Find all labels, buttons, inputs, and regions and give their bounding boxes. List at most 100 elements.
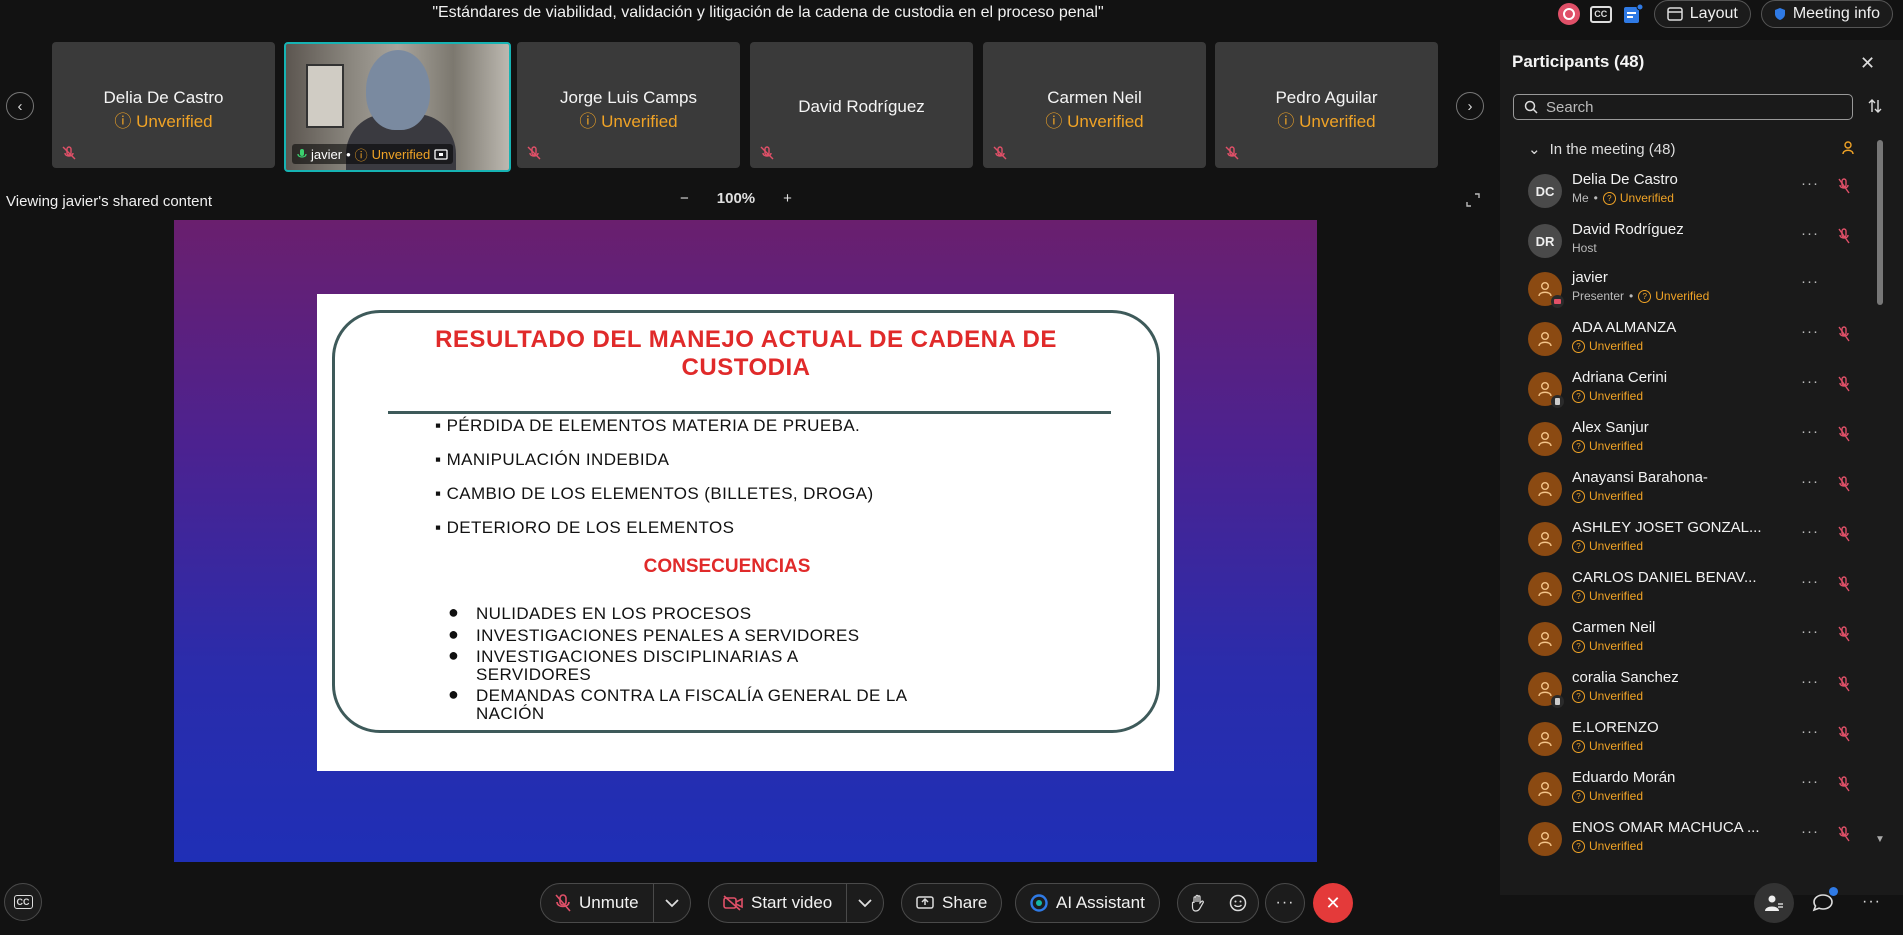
zoom-in-button[interactable]: +: [783, 190, 792, 207]
video-options-button[interactable]: [846, 884, 883, 922]
participant-row[interactable]: Carmen Neil ? Unverified ···: [1520, 617, 1870, 663]
reactions-button[interactable]: [1218, 884, 1258, 922]
raise-hand-button[interactable]: [1178, 884, 1218, 922]
thumbnail-pedro[interactable]: Pedro Aguilar ⓘ Unverified: [1215, 42, 1438, 168]
top-right-controls: CC Layout Meeting info: [1557, 0, 1893, 28]
bullet-dot: ●: [448, 645, 459, 665]
participant-row[interactable]: javier Presenter • ? Unverified ···: [1520, 267, 1870, 313]
zoom-out-button[interactable]: −: [680, 190, 689, 207]
muted-mic-icon[interactable]: [1837, 726, 1851, 742]
video-name-label: javier • ⓘ Unverified: [292, 144, 454, 164]
more-icon[interactable]: ···: [1801, 773, 1819, 790]
more-icon[interactable]: ···: [1801, 225, 1819, 242]
layout-button[interactable]: Layout: [1653, 0, 1751, 28]
participant-row[interactable]: DC Delia De Castro Me • ? Unverified ···: [1520, 169, 1870, 215]
person-icon: [1536, 280, 1554, 298]
more-icon[interactable]: ···: [1801, 673, 1819, 690]
in-meeting-section-toggle[interactable]: ⌄ In the meeting (48): [1528, 140, 1676, 159]
thumbnail-david[interactable]: David Rodríguez: [750, 42, 973, 168]
more-icon[interactable]: ···: [1801, 273, 1819, 290]
scroll-down-icon[interactable]: ▼: [1875, 834, 1885, 845]
more-icon[interactable]: ···: [1801, 523, 1819, 540]
participant-row[interactable]: Alex Sanjur ? Unverified ···: [1520, 417, 1870, 463]
more-icon[interactable]: ···: [1801, 823, 1819, 840]
participant-row[interactable]: DR David Rodríguez Host ···: [1520, 219, 1870, 265]
audio-options-button[interactable]: [652, 884, 690, 922]
more-icon[interactable]: ···: [1801, 573, 1819, 590]
assign-host-icon[interactable]: [1841, 140, 1857, 156]
sort-icon[interactable]: [1867, 98, 1883, 114]
more-icon[interactable]: ···: [1801, 723, 1819, 740]
ai-assistant-button[interactable]: AI Assistant: [1015, 883, 1160, 923]
chevron-down-icon: [664, 898, 679, 908]
more-icon[interactable]: ···: [1801, 423, 1819, 440]
start-video-button[interactable]: Start video: [709, 884, 846, 922]
more-options-button[interactable]: ···: [1265, 883, 1305, 923]
participants-toggle-button[interactable]: [1754, 883, 1794, 923]
muted-mic-icon[interactable]: [1837, 326, 1851, 342]
video-group: Start video: [708, 883, 885, 923]
chevron-right-icon: ›: [1467, 97, 1473, 115]
close-icon[interactable]: ✕: [1860, 53, 1875, 74]
thumbnail-name: Delia De Castro: [103, 88, 224, 107]
avatar: [1528, 322, 1562, 356]
slide-consequence: NULIDADES EN LOS PROCESOS: [476, 604, 752, 623]
fullscreen-icon[interactable]: [1466, 193, 1480, 207]
muted-mic-icon[interactable]: [1837, 228, 1851, 244]
muted-mic-icon[interactable]: [1837, 576, 1851, 592]
search-input[interactable]: Search: [1513, 94, 1853, 120]
thumbnail-javier-video[interactable]: javier • ⓘ Unverified: [284, 42, 511, 172]
closed-captions-icon[interactable]: CC: [1589, 5, 1612, 23]
muted-mic-icon[interactable]: [1837, 626, 1851, 642]
thumbnails-next-button[interactable]: ›: [1456, 92, 1484, 120]
more-icon[interactable]: ···: [1801, 323, 1819, 340]
participant-row[interactable]: Eduardo Morán ? Unverified ···: [1520, 767, 1870, 813]
more-icon[interactable]: ···: [1801, 473, 1819, 490]
bullet-dot: ●: [448, 624, 459, 644]
participant-row[interactable]: E.LORENZO ? Unverified ···: [1520, 717, 1870, 763]
screen-share-badge-icon: [1551, 295, 1564, 308]
meeting-info-button[interactable]: Meeting info: [1760, 0, 1893, 28]
muted-mic-icon[interactable]: [1837, 476, 1851, 492]
thumbnail-jorge[interactable]: Jorge Luis Camps ⓘ Unverified: [517, 42, 740, 168]
notes-icon[interactable]: [1622, 3, 1644, 25]
muted-mic-icon[interactable]: [1837, 776, 1851, 792]
participant-row[interactable]: CARLOS DANIEL BENAV... ? Unverified ···: [1520, 567, 1870, 613]
unmute-button[interactable]: Unmute: [541, 884, 653, 922]
thumbnail-name: Jorge Luis Camps: [559, 88, 697, 107]
more-panels-button[interactable]: ···: [1862, 893, 1881, 911]
participant-row[interactable]: Adriana Cerini ? Unverified ···: [1520, 367, 1870, 413]
participant-row[interactable]: Anayansi Barahona- ? Unverified ···: [1520, 467, 1870, 513]
muted-mic-icon[interactable]: [1837, 826, 1851, 842]
more-icon[interactable]: ···: [1801, 623, 1819, 640]
participants-scrollbar[interactable]: [1877, 140, 1883, 305]
participant-row[interactable]: coralia Sanchez ? Unverified ···: [1520, 667, 1870, 713]
captions-button[interactable]: CC: [4, 883, 42, 921]
muted-mic-icon[interactable]: [1837, 178, 1851, 194]
leave-meeting-button[interactable]: ✕: [1313, 883, 1353, 923]
thumbnail-delia[interactable]: Delia De Castro ⓘ Unverified: [52, 42, 275, 168]
meeting-info-label: Meeting info: [1792, 5, 1880, 22]
muted-mic-icon[interactable]: [1837, 676, 1851, 692]
avatar: [1528, 272, 1564, 308]
share-button[interactable]: Share: [901, 883, 1003, 923]
question-icon: ?: [1572, 689, 1585, 703]
chat-button[interactable]: [1812, 887, 1838, 913]
avatar: [1528, 672, 1564, 708]
layout-icon: [1667, 7, 1683, 21]
more-icon[interactable]: ···: [1801, 175, 1819, 192]
thumbnails-prev-button[interactable]: ‹: [6, 92, 34, 120]
participant-row[interactable]: ASHLEY JOSET GONZAL... ? Unverified ···: [1520, 517, 1870, 563]
participant-row[interactable]: ADA ALMANZA ? Unverified ···: [1520, 317, 1870, 363]
thumbnail-carmen[interactable]: Carmen Neil ⓘ Unverified: [983, 42, 1206, 168]
person-icon: [1536, 730, 1554, 748]
muted-mic-icon[interactable]: [1837, 526, 1851, 542]
recording-icon[interactable]: [1557, 3, 1580, 25]
participant-row[interactable]: ENOS OMAR MACHUCA ... ? Unverified ···: [1520, 817, 1870, 863]
muted-mic-icon[interactable]: [1837, 376, 1851, 392]
section-label: In the meeting (48): [1549, 140, 1676, 158]
mic-on-icon: [297, 148, 307, 161]
muted-mic-icon[interactable]: [1837, 426, 1851, 442]
participant-subtitle: ? Unverified: [1572, 739, 1643, 753]
more-icon[interactable]: ···: [1801, 373, 1819, 390]
